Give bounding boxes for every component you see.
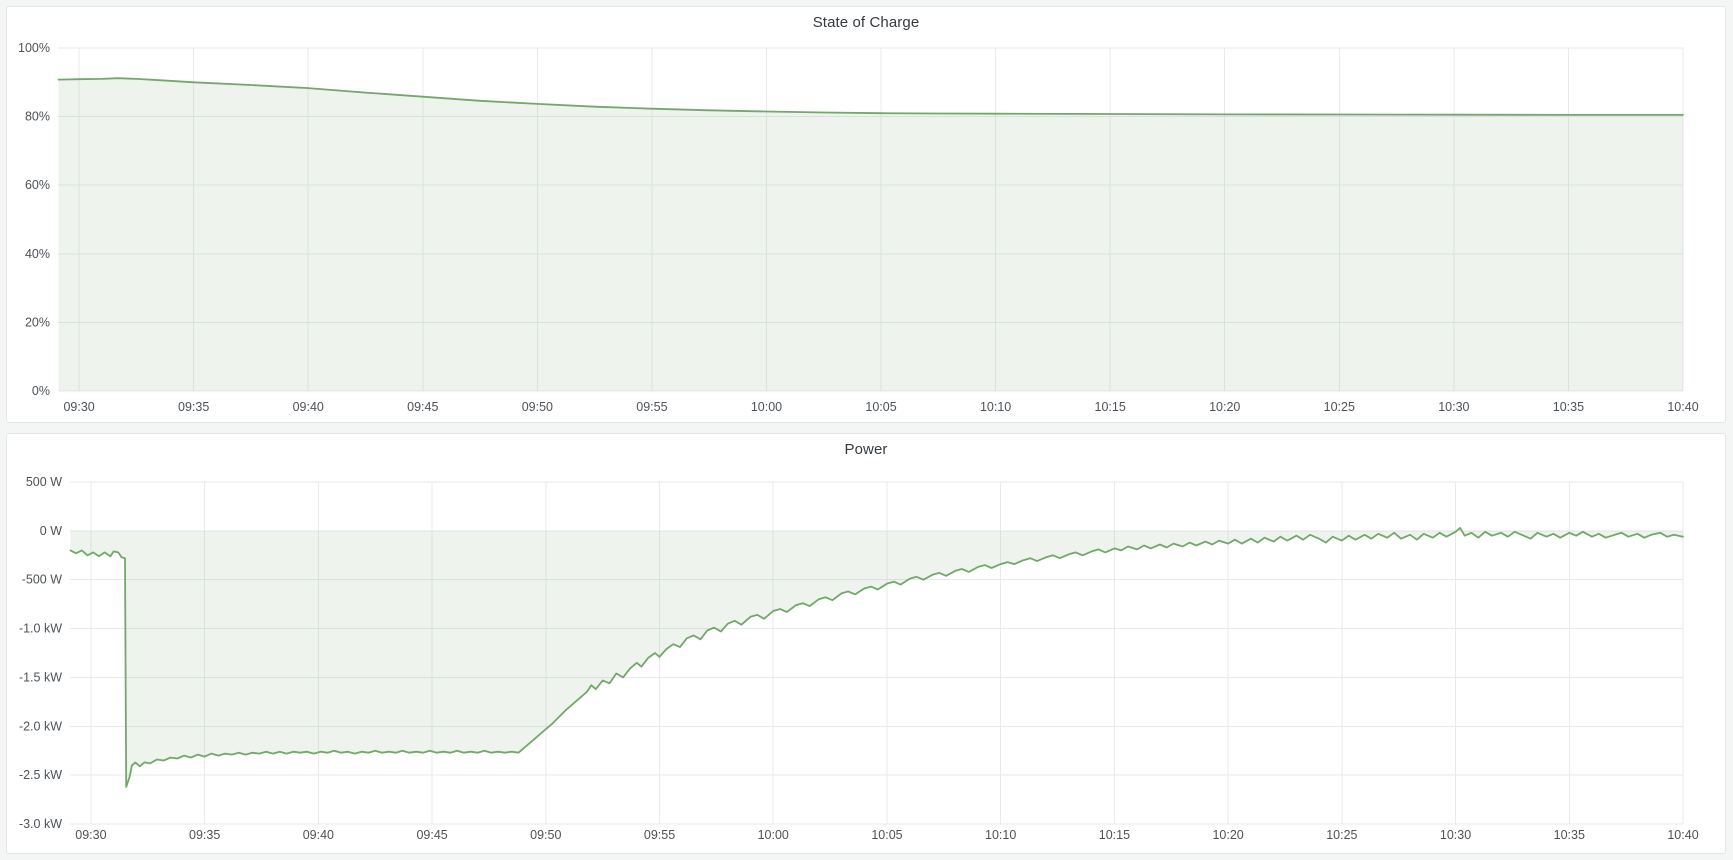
x-tick-label: 09:45 bbox=[407, 400, 438, 414]
x-tick-label: 10:15 bbox=[1095, 400, 1126, 414]
y-tick-label: 100% bbox=[18, 41, 50, 55]
x-tick-label: 10:20 bbox=[1209, 400, 1240, 414]
y-tick-label: 80% bbox=[25, 110, 50, 124]
series-area-fill bbox=[71, 528, 1684, 787]
x-tick-label: 10:30 bbox=[1440, 828, 1471, 842]
dashboard: State of Charge 0%20%40%60%80%100%09:300… bbox=[0, 0, 1733, 860]
y-tick-label: -2.5 kW bbox=[19, 768, 62, 782]
panel-power: Power 500 W 0 W -500 W -1.0 kW -1.5 kW -2.0 k… bbox=[6, 433, 1726, 854]
x-tick-label: 10:40 bbox=[1667, 400, 1698, 414]
x-tick-label: 10:35 bbox=[1554, 828, 1585, 842]
y-tick-label: -1.0 kW bbox=[19, 622, 62, 636]
x-tick-label: 10:05 bbox=[865, 400, 896, 414]
panel-header: Power bbox=[7, 434, 1725, 464]
panel-state-of-charge: State of Charge 0%20%40%60%80%100%09:300… bbox=[6, 6, 1726, 423]
x-tick-label: 10:00 bbox=[751, 400, 782, 414]
x-tick-label: 10:35 bbox=[1553, 400, 1584, 414]
x-tick-label: 09:50 bbox=[530, 828, 561, 842]
x-tick-label: 10:15 bbox=[1099, 828, 1130, 842]
x-tick-label: 10:00 bbox=[758, 828, 789, 842]
y-tick-label: 500 W bbox=[26, 475, 62, 489]
x-tick-label: 10:40 bbox=[1667, 828, 1698, 842]
state-of-charge-chart[interactable]: 0% 20% 40% 60% 80% 100% 09:30 09:35 09:40 09:45 09… bbox=[7, 37, 1725, 424]
y-tick-label: 0 W bbox=[40, 524, 62, 538]
y-tick-label: -500 W bbox=[22, 573, 62, 587]
panel-title-power[interactable]: Power bbox=[844, 441, 887, 458]
y-tick-label: 40% bbox=[25, 247, 50, 261]
x-tick-label: 09:55 bbox=[644, 828, 675, 842]
y-tick-label: -1.5 kW bbox=[19, 670, 62, 684]
x-tick-label: 09:50 bbox=[522, 400, 553, 414]
x-tick-label: 10:25 bbox=[1324, 400, 1355, 414]
y-tick-label: 0% bbox=[32, 384, 50, 398]
power-chart[interactable]: 500 W 0 W -500 W -1.0 kW -1.5 kW -2.0 kW -2.5 … bbox=[7, 464, 1725, 855]
x-tick-label: 09:45 bbox=[416, 828, 447, 842]
y-tick-label: 20% bbox=[25, 315, 50, 329]
x-tick-label: 10:10 bbox=[980, 400, 1011, 414]
panel-header: State of Charge bbox=[7, 7, 1725, 37]
x-tick-label: 09:35 bbox=[189, 828, 220, 842]
x-tick-label: 10:20 bbox=[1212, 828, 1243, 842]
x-tick-label: 09:40 bbox=[293, 400, 324, 414]
y-tick-label: -2.0 kW bbox=[19, 719, 62, 733]
x-tick-label: 10:30 bbox=[1438, 400, 1469, 414]
x-tick-label: 10:25 bbox=[1326, 828, 1357, 842]
x-tick-label: 09:30 bbox=[63, 400, 94, 414]
x-tick-label: 09:35 bbox=[178, 400, 209, 414]
x-tick-label: 10:10 bbox=[985, 828, 1016, 842]
x-tick-label: 09:40 bbox=[303, 828, 334, 842]
panel-title-state-of-charge[interactable]: State of Charge bbox=[813, 14, 920, 31]
y-tick-label: 60% bbox=[25, 178, 50, 192]
y-tick-label: -3.0 kW bbox=[19, 817, 62, 831]
x-tick-label: 09:55 bbox=[636, 400, 667, 414]
series-area-fill bbox=[59, 78, 1684, 391]
x-tick-label: 10:05 bbox=[871, 828, 902, 842]
x-tick-label: 09:30 bbox=[75, 828, 106, 842]
